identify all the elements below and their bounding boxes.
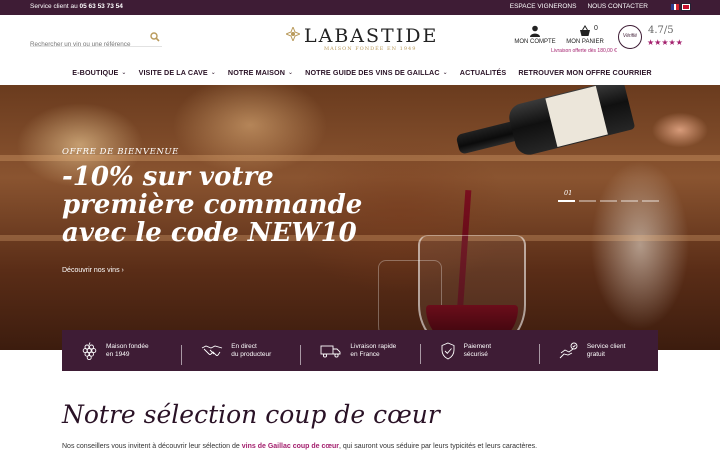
feature-founded: Maison fondée en 1949 — [62, 341, 181, 360]
logo-tagline: MAISON FONDÉE EN 1949 — [324, 46, 417, 52]
feature-text: Livraison rapide en France — [350, 342, 397, 358]
nav-label: NOTRE MAISON — [227, 67, 286, 77]
slide-dot[interactable] — [579, 200, 596, 202]
chevron-down-icon: ⌄ — [288, 69, 294, 76]
hero-banner[interactable]: OFFRE DE BIENVENUE -10% sur votre premiè… — [0, 85, 720, 350]
nav-item-e-boutique[interactable]: E-BOUTIQUE ⌄ — [72, 65, 126, 79]
intro-text: Nos conseillers vous invitent à découvri… — [62, 443, 242, 450]
cart-count: 0 — [594, 25, 598, 32]
grapes-icon — [82, 341, 97, 360]
site-header: LABASTIDE MAISON FONDÉE EN 1949 MON COMP… — [0, 15, 720, 65]
feature-fast-delivery: Livraison rapide en France — [300, 342, 419, 365]
nav-item-guide-vins[interactable]: NOTRE GUIDE DES VINS DE GAILLAC ⌄ — [305, 65, 448, 79]
features-band: Maison fondée en 1949 En direct du produ… — [62, 330, 658, 371]
delivery-truck-icon — [320, 345, 341, 358]
nav-label: VISITE DE LA CAVE — [138, 67, 208, 77]
language-switcher — [671, 3, 691, 11]
service-phone[interactable]: 05 63 53 73 54 — [80, 3, 123, 10]
cart-label: MON PANIER — [566, 39, 604, 45]
feature-text: Service client gratuit — [586, 342, 626, 358]
logo-name: LABASTIDE — [304, 25, 439, 47]
top-bar: Service client au 05 63 53 73 54 ESPACE … — [0, 0, 720, 15]
handshake-icon — [202, 345, 223, 356]
contact-link[interactable]: NOUS CONTACTER — [587, 3, 648, 10]
site-logo[interactable]: LABASTIDE MAISON FONDÉE EN 1949 — [286, 25, 436, 55]
hero-eyebrow: OFFRE DE BIENVENUE — [62, 147, 179, 157]
main-nav: E-BOUTIQUE ⌄ VISITE DE LA CAVE ⌄ NOTRE MAI… — [0, 65, 720, 85]
winegrowers-link[interactable]: ESPACE VIGNERONS — [510, 3, 577, 10]
customer-service-line[interactable]: Service client au 05 63 53 73 54 — [30, 3, 123, 10]
slide-dot[interactable] — [621, 200, 638, 202]
chevron-down-icon: ⌄ — [210, 69, 216, 76]
hero-text: OFFRE DE BIENVENUE -10% sur votre premiè… — [62, 147, 392, 274]
section-intro: Nos conseillers vous invitent à découvri… — [62, 443, 662, 450]
account-button[interactable]: MON COMPTE — [514, 25, 556, 45]
search-bar — [30, 32, 162, 48]
service-label: Service client au — [30, 3, 80, 10]
nav-item-visite-cave[interactable]: VISITE DE LA CAVE ⌄ — [139, 65, 216, 79]
en-flag-icon[interactable] — [681, 3, 691, 11]
account-label: MON COMPTE — [514, 39, 556, 45]
rating-stars: ★★★★★ — [647, 38, 683, 47]
search-icon[interactable] — [150, 32, 160, 42]
feature-secure-payment: Paiement sécurisé — [419, 342, 539, 364]
top-links: ESPACE VIGNERONS NOUS CONTACTER — [510, 3, 648, 10]
nav-item-notre-maison[interactable]: NOTRE MAISON ⌄ — [228, 65, 293, 79]
slide-dot[interactable] — [558, 200, 575, 202]
chevron-down-icon: ⌄ — [121, 69, 127, 76]
logo-emblem-icon — [286, 27, 300, 41]
coup-de-coeur-link[interactable]: vins de Gaillac coup de cœur — [242, 443, 339, 450]
nav-item-actualites[interactable]: ACTUALITÉS — [460, 65, 507, 79]
feature-direct-producer: En direct du producteur — [181, 342, 300, 365]
slide-number: 01 — [564, 189, 573, 197]
section-title: Notre sélection coup de cœur — [62, 400, 440, 429]
chevron-down-icon: ⌄ — [442, 69, 448, 76]
intro-text: , qui sauront vous séduire par leurs typ… — [339, 443, 538, 450]
verified-reviews-badge: Vérifié — [618, 25, 642, 49]
nav-label: E-BOUTIQUE — [72, 67, 119, 77]
nav-item-offre-courrier[interactable]: RETROUVER MON OFFRE COURRIER — [518, 65, 651, 79]
rating-score: 4.7/5 — [648, 25, 674, 36]
feature-text: Maison fondée en 1949 — [106, 342, 149, 358]
discover-wines-link[interactable]: Découvrir nos vins › — [62, 267, 124, 274]
feature-text: En direct du producteur — [231, 342, 272, 358]
customer-service-icon — [559, 342, 578, 358]
secure-shield-icon — [441, 342, 455, 360]
slide-dot[interactable] — [600, 200, 617, 202]
nav-label: ACTUALITÉS — [459, 67, 507, 77]
cart-button[interactable]: 0 MON PANIER Livraison offerte dès 180,0… — [551, 25, 617, 54]
customer-rating[interactable]: Vérifié 4.7/5 ★★★★★ — [618, 23, 698, 53]
hero-headline: -10% sur votre première commande avec le… — [62, 162, 363, 248]
feature-customer-service: Service client gratuit — [538, 342, 658, 364]
basket-icon — [580, 25, 590, 36]
fr-flag-icon[interactable] — [671, 4, 680, 10]
search-input[interactable] — [30, 41, 148, 48]
feature-text: Paiement sécurisé — [463, 342, 492, 358]
nav-label: RETROUVER MON OFFRE COURRIER — [518, 67, 652, 77]
nav-label: NOTRE GUIDE DES VINS DE GAILLAC — [305, 67, 440, 77]
slider-indicators: 01 — [558, 189, 659, 202]
user-icon — [530, 25, 540, 37]
slide-dot[interactable] — [642, 200, 659, 202]
